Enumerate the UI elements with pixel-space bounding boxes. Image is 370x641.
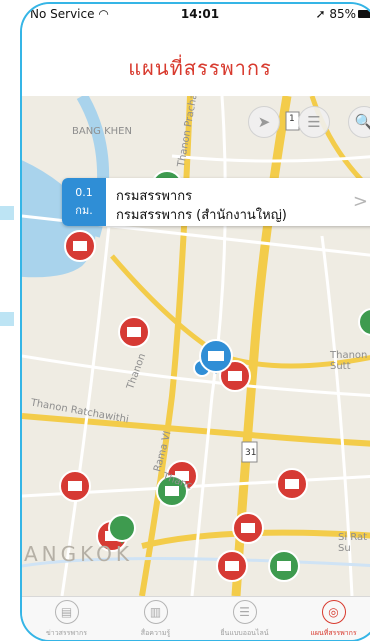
- map-pin-red[interactable]: [59, 470, 91, 502]
- highway-number: 31: [245, 448, 257, 458]
- form-icon: ☰: [232, 600, 257, 624]
- tab-label: ยื่นแบบออนไลน์: [220, 629, 269, 637]
- map-label-road: Si Rat Su: [338, 532, 368, 554]
- map-pin-red[interactable]: [216, 550, 248, 582]
- phone-frame: No Service ◠ 14:01 ➚ 85% แผนที่สรรพากร B…: [20, 2, 370, 641]
- highway-number: 1: [289, 114, 295, 124]
- map-view[interactable]: BANG KHEN Thanon Prachachuen Thanon Sutt…: [22, 96, 370, 596]
- navigation-arrow-icon: ➤: [257, 113, 271, 131]
- search-icon: 🔍: [355, 113, 370, 131]
- status-bar: No Service ◠ 14:01 ➚ 85%: [22, 4, 370, 26]
- page-title: แผนที่สรรพากร: [128, 56, 272, 80]
- map-pin-red[interactable]: [118, 316, 150, 348]
- distance-unit: กม.: [75, 204, 93, 217]
- tab-knowledge[interactable]: ▥ สื่อความรู้: [111, 599, 200, 640]
- tab-map[interactable]: ◎ แผนที่สรรพากร: [289, 599, 370, 640]
- map-pin-green[interactable]: [358, 308, 370, 336]
- map-pin-red[interactable]: [276, 468, 308, 500]
- distance-badge: 0.1 กม.: [62, 178, 106, 226]
- tab-label: แผนที่สรรพากร: [310, 629, 357, 637]
- callout-subtitle: กรมสรรพากร (สำนักงานใหญ่): [116, 208, 287, 223]
- chevron-right-icon: >: [352, 191, 368, 212]
- map-pin-red[interactable]: [232, 512, 264, 544]
- list-button[interactable]: ☰: [298, 106, 330, 138]
- list-icon: ☰: [307, 113, 321, 131]
- map-label-road: Thanon Sutt: [330, 350, 368, 372]
- battery-label: ➚ 85%: [315, 7, 356, 21]
- decoration-square: [0, 312, 14, 326]
- book-icon: ▥: [143, 600, 168, 624]
- map-pin-green[interactable]: [268, 550, 300, 582]
- tab-bar: ▤ ข่าวสรรพากร ▥ สื่อความรู้ ☰ ยื่นแบบออน…: [22, 596, 370, 640]
- location-callout[interactable]: 0.1 กม. กรมสรรพากร กรมสรรพากร (สำนักงานใ…: [62, 178, 370, 226]
- locate-button[interactable]: ➤: [248, 106, 280, 138]
- map-pin-red[interactable]: [64, 230, 96, 262]
- callout-title: กรมสรรพากร: [116, 189, 193, 204]
- map-label-bangkok: ANGKOK: [24, 542, 134, 566]
- map-label-bang-khen: BANG KHEN: [72, 126, 132, 137]
- screen: No Service ◠ 14:01 ➚ 85% แผนที่สรรพากร B…: [0, 0, 370, 641]
- map-pin-icon: ◎: [321, 600, 346, 624]
- map-roads: [22, 96, 370, 596]
- location-arrow-icon: ➚: [315, 7, 326, 21]
- tab-news[interactable]: ▤ ข่าวสรรพากร: [22, 599, 111, 640]
- tab-label: ข่าวสรรพากร: [46, 629, 87, 637]
- tab-label: สื่อความรู้: [140, 629, 171, 637]
- navigation-bar: แผนที่สรรพากร: [22, 26, 370, 96]
- tab-online-filing[interactable]: ☰ ยื่นแบบออนไลน์: [200, 599, 289, 640]
- battery-icon: [358, 10, 370, 18]
- news-icon: ▤: [54, 600, 79, 624]
- decoration-square: [0, 206, 14, 220]
- road-major: [22, 413, 370, 447]
- distance-value: 0.1: [75, 186, 93, 199]
